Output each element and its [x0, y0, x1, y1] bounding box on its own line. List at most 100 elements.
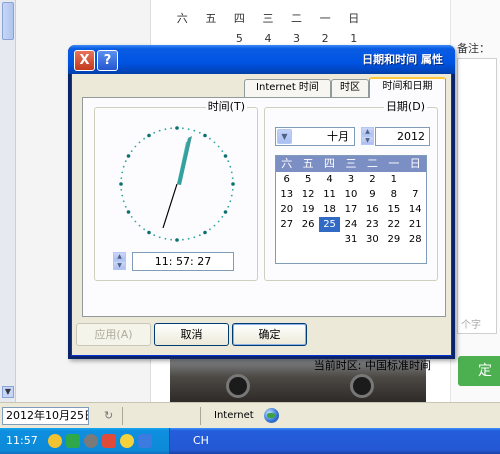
calendar-day[interactable]: 20 [276, 202, 297, 217]
calendar-day[interactable]: 16 [362, 202, 383, 217]
remark-hint: 个字 [461, 320, 481, 331]
calendar-day[interactable]: 30 [362, 232, 383, 247]
clock-minute-mark [134, 220, 137, 223]
qq-penguin-icon[interactable] [120, 434, 134, 448]
spin-up-icon[interactable]: ▲ [361, 127, 374, 136]
ok-button[interactable]: 确定 [232, 323, 307, 346]
clock-minute-mark [187, 237, 190, 240]
date-group: 日期(D) ▼ 十月 ▲ ▼ 2012 六五四三二一日 6 5 4 3 2 1 13 12 11… [264, 101, 438, 281]
calendar-day[interactable]: 24 [340, 217, 361, 232]
language-indicator[interactable]: CH [193, 428, 209, 454]
clock-minute-mark [182, 127, 184, 130]
calendar-day[interactable]: 18 [319, 202, 340, 217]
calendar-day[interactable]: 2 [362, 172, 383, 187]
calendar-day[interactable]: 23 [362, 217, 383, 232]
vertical-scrollbar[interactable]: ▼ [0, 0, 16, 402]
calendar[interactable]: 六五四三二一日 6 5 4 3 2 1 13 12 11 10 9 8 7 20 19 18 17 16 15 14 2… [275, 155, 427, 264]
background-page-right: 备注： 个字 [450, 0, 500, 402]
clock-minute-mark [134, 145, 137, 148]
time-input[interactable]: 11: 57: 27 [132, 252, 234, 271]
taskbar-clock[interactable]: 11:57 [6, 428, 38, 454]
calendar-day[interactable]: 31 [340, 232, 361, 247]
calendar-day[interactable]: 3 [340, 172, 361, 187]
calendar-empty-cell [276, 232, 297, 247]
calendar-day[interactable]: 22 [383, 217, 404, 232]
network-icon[interactable] [138, 434, 152, 448]
clock-minute-mark [130, 216, 133, 218]
spin-up-icon[interactable]: ▲ [113, 252, 126, 261]
dialog-titlebar[interactable]: X ? 日期和时间 属性 [68, 45, 455, 74]
scroll-down-arrow-icon[interactable]: ▼ [2, 386, 14, 398]
calendar-day[interactable]: 14 [405, 202, 426, 217]
calendar-day[interactable]: 28 [405, 232, 426, 247]
tab-timezone[interactable]: 时区 [331, 79, 369, 97]
scrollbar-thumb[interactable] [2, 2, 14, 40]
clock-minute-mark [143, 137, 145, 140]
year-spinner[interactable]: ▲ ▼ [361, 127, 374, 146]
calendar-day[interactable]: 8 [383, 187, 404, 202]
clock-hour-mark [126, 210, 131, 214]
date-time-properties-dialog: X ? 日期和时间 属性 时间和日期 时区 Internet 时间 日期(D) … [68, 45, 455, 372]
calendar-day-grid[interactable]: 6 5 4 3 2 1 13 12 11 10 9 8 7 20 19 18 17 16 15 14 27 26 25 24 2… [276, 172, 426, 247]
security-shield-icon[interactable] [66, 434, 80, 448]
clock-hour-mark [119, 182, 123, 186]
calendar-day[interactable]: 15 [383, 202, 404, 217]
status-bar: 2012年10月25日 ↻ Internet [0, 402, 500, 428]
calendar-day[interactable]: 27 [276, 217, 297, 232]
calendar-weekday: 六 [281, 157, 293, 170]
year-field[interactable]: 2012 [375, 127, 430, 146]
confirm-button[interactable]: 定 [458, 356, 500, 386]
calendar-empty-cell [405, 172, 426, 187]
calendar-day[interactable]: 9 [362, 187, 383, 202]
clock-minute-mark [213, 224, 216, 227]
clock-hour-mark [126, 154, 131, 158]
calendar-day[interactable]: 7 [405, 187, 426, 202]
date-input[interactable]: 2012年10月25日 [2, 407, 89, 425]
calendar-day[interactable]: 12 [297, 187, 318, 202]
calendar-day[interactable]: 19 [297, 202, 318, 217]
time-spinner[interactable]: ▲ ▼ [113, 252, 126, 271]
clock-minute-mark [231, 177, 234, 179]
calendar-empty-cell [319, 232, 340, 247]
clock-hour-mark [147, 230, 151, 235]
clock-minute-mark [170, 238, 172, 241]
calendar-day[interactable]: 29 [383, 232, 404, 247]
calendar-day[interactable]: 25 [318, 217, 341, 232]
clock-minute-mark [120, 189, 123, 191]
volume-icon[interactable] [84, 434, 98, 448]
calendar-day[interactable]: 17 [340, 202, 361, 217]
apply-button[interactable]: 应用(A) [76, 323, 151, 346]
clock-minute-mark [124, 205, 127, 208]
calendar-day[interactable]: 5 [297, 172, 318, 187]
spin-down-icon[interactable]: ▼ [113, 261, 126, 270]
calendar-weekday: 五 [302, 157, 314, 170]
separator [122, 407, 123, 425]
calendar-day[interactable]: 6 [276, 172, 297, 187]
calendar-day[interactable]: 26 [297, 217, 318, 232]
calendar-day[interactable]: 4 [319, 172, 340, 187]
help-icon[interactable]: ? [97, 50, 118, 71]
chevron-down-icon[interactable]: ▼ [277, 129, 292, 144]
close-icon[interactable]: X [74, 50, 95, 71]
background-calendar: 六五四三二一日 54321 [168, 8, 368, 48]
antivirus-icon[interactable] [102, 434, 116, 448]
calendar-weekday: 日 [409, 157, 421, 170]
calendar-day[interactable]: 11 [319, 187, 340, 202]
tab-time-and-date[interactable]: 时间和日期 [369, 77, 446, 98]
tab-internet-time[interactable]: Internet 时间 [244, 79, 331, 97]
clock-minute-mark [120, 177, 123, 179]
calendar-day[interactable]: 21 [405, 217, 426, 232]
bg-weekday: 日 [348, 12, 360, 25]
calendar-day[interactable]: 13 [276, 187, 297, 202]
clock-hour-mark [231, 182, 235, 186]
calendar-day[interactable]: 1 [383, 172, 404, 187]
remark-textarea[interactable] [457, 58, 497, 334]
clock-hour-mark [223, 210, 228, 214]
dialog-title: 日期和时间 属性 [362, 53, 443, 66]
spin-down-icon[interactable]: ▼ [361, 136, 374, 145]
calendar-day[interactable]: 10 [340, 187, 361, 202]
tab-panel: 日期(D) ▼ 十月 ▲ ▼ 2012 六五四三二一日 6 5 4 3 2 1 13 12 11… [82, 97, 446, 372]
month-select[interactable]: ▼ 十月 [275, 127, 355, 146]
cancel-button[interactable]: 取消 [154, 323, 229, 346]
update-icon[interactable] [48, 434, 62, 448]
